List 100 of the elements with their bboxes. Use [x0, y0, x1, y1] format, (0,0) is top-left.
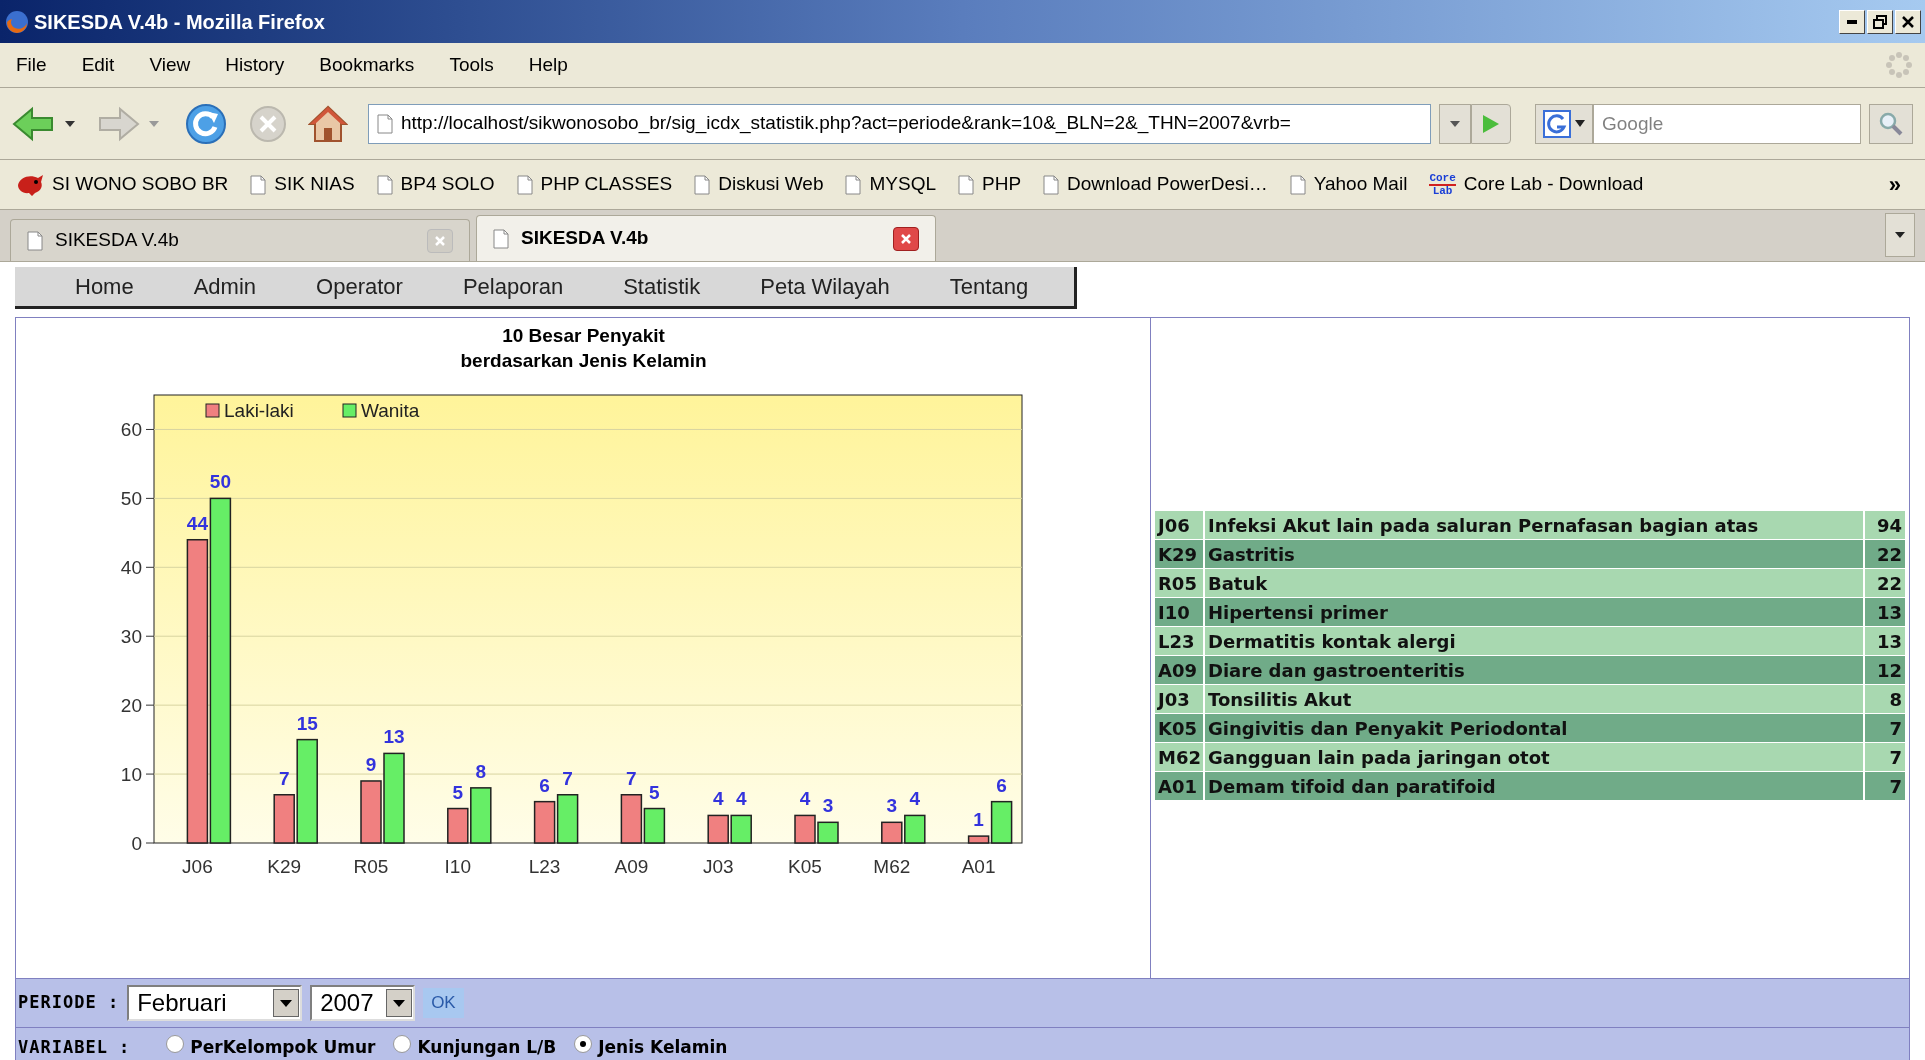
radio-button[interactable]: [574, 1034, 593, 1053]
reload-icon[interactable]: [184, 101, 228, 146]
minimize-button[interactable]: [1839, 9, 1865, 34]
category-label: J06: [182, 856, 213, 877]
table-cell: A09: [1155, 656, 1203, 684]
nav-link[interactable]: Pelaporan: [432, 270, 594, 303]
close-tab-button[interactable]: [893, 226, 919, 251]
bookmark-link[interactable]: PHP: [982, 170, 1022, 199]
table-cell: Tonsilitis Akut: [1205, 685, 1863, 713]
page-icon: [958, 174, 974, 195]
table-cell: 7: [1865, 714, 1905, 742]
search-button[interactable]: [1869, 103, 1913, 144]
nav-link[interactable]: Peta Wilayah: [730, 270, 920, 303]
search-engine-button[interactable]: [1535, 103, 1593, 144]
tab-list-button[interactable]: [1885, 213, 1915, 257]
table-cell: 8: [1865, 685, 1905, 713]
select-field[interactable]: 2007: [310, 985, 416, 1021]
menu-item[interactable]: View: [145, 50, 195, 80]
bar: [556, 794, 579, 844]
table-cell: 13: [1865, 627, 1905, 655]
bull-icon: [16, 172, 44, 197]
caret-icon: [1895, 232, 1905, 238]
browser-tab[interactable]: SIKESDA V.4b: [476, 215, 936, 261]
page-icon: [250, 174, 267, 195]
category-label: I10: [444, 856, 471, 877]
nav-link[interactable]: Admin: [163, 270, 287, 303]
table-cell: Gangguan lain pada jaringan otot: [1205, 743, 1863, 771]
select-field[interactable]: Februari: [127, 985, 303, 1021]
page-icon: [493, 228, 509, 249]
category-label: A09: [614, 856, 649, 877]
legend-label: Laki-laki: [224, 400, 294, 421]
browser-tab[interactable]: SIKESDA V.4b: [10, 219, 470, 261]
axis-tick-label: 40: [120, 557, 142, 579]
radio-label[interactable]: PerKelompok Umur: [190, 1034, 376, 1060]
bookmark-link[interactable]: Download PowerDesi…: [1067, 170, 1268, 199]
chart-title: 10 Besar Penyakit berdasarkan Jenis Kelamin: [459, 324, 708, 373]
home-icon[interactable]: [308, 103, 348, 144]
nav-link[interactable]: Home: [45, 270, 164, 303]
bookmarks-overflow-button[interactable]: »: [1888, 168, 1901, 201]
bookmark-link[interactable]: PHP CLASSES: [540, 170, 673, 199]
legend-swatch: [342, 403, 357, 418]
nav-link[interactable]: Operator: [286, 270, 433, 303]
menu-item[interactable]: Edit: [77, 50, 119, 80]
back-arrow-icon[interactable]: [12, 105, 56, 142]
category-label: K29: [267, 856, 302, 877]
data-label: 6: [996, 774, 1007, 796]
nav-link[interactable]: Tentang: [919, 270, 1059, 303]
table-cell: Hipertensi primer: [1205, 598, 1863, 626]
caret-icon[interactable]: [64, 119, 76, 128]
menu-item[interactable]: Tools: [445, 50, 498, 80]
nav-link[interactable]: Statistik: [593, 270, 731, 303]
bookmark-link[interactable]: Diskusi Web: [718, 170, 824, 199]
table-cell: 94: [1865, 511, 1905, 539]
close-icon: [434, 234, 446, 247]
restore-button[interactable]: [1867, 9, 1893, 34]
table-cell: Diare dan gastroenteritis: [1205, 656, 1863, 684]
page-icon: [516, 174, 533, 195]
bookmark-link[interactable]: MYSQL: [869, 170, 936, 199]
category-label: K05: [788, 856, 822, 877]
axis-tick-label: 20: [120, 695, 142, 717]
radio-label[interactable]: Jenis Kelamin: [598, 1034, 728, 1060]
data-label: 7: [278, 767, 290, 789]
table-cell: L23: [1155, 627, 1203, 655]
bookmark-link[interactable]: Core Lab - Download: [1463, 170, 1644, 199]
category-label: A01: [961, 856, 996, 877]
variabel-label: VARIABEL :: [18, 1035, 131, 1059]
data-label: 44: [186, 512, 208, 534]
table-cell: M62: [1155, 743, 1203, 771]
data-label: 4: [799, 788, 811, 810]
bookmark-link[interactable]: BP4 SOLO: [400, 170, 495, 199]
radio-label[interactable]: Kunjungan L/B: [417, 1034, 557, 1060]
bookmark-link[interactable]: Yahoo Mail: [1313, 170, 1408, 199]
address-field[interactable]: http://localhost/sikwonosobo_br/sig_icdx_statistik.php?act=periode&rank=10&_BLN=2&_THN=2007&vrb=: [368, 103, 1431, 144]
ok-button[interactable]: OK: [423, 988, 464, 1018]
bookmark-link[interactable]: SI WONO SOBO BR: [52, 170, 229, 199]
bar: [817, 821, 839, 844]
bookmark-link[interactable]: SIK NIAS: [274, 170, 355, 199]
close-button[interactable]: [1895, 9, 1921, 34]
radio-button[interactable]: [166, 1034, 185, 1053]
data-label: 15: [296, 712, 318, 734]
data-label: 3: [822, 795, 834, 817]
bar: [730, 814, 752, 844]
dropdown-button[interactable]: [1439, 103, 1471, 144]
data-label: 13: [383, 726, 405, 748]
data-label: 5: [649, 781, 660, 803]
search-field[interactable]: Google: [1593, 103, 1861, 144]
menu-item[interactable]: File: [12, 50, 51, 80]
menu-item[interactable]: History: [221, 50, 289, 80]
data-label: 1: [973, 809, 984, 831]
legend-swatch: [205, 403, 220, 418]
radio-button[interactable]: [393, 1034, 412, 1053]
menu-item[interactable]: Help: [524, 50, 572, 80]
table-cell: 12: [1865, 656, 1905, 684]
menu-item[interactable]: Bookmarks: [315, 50, 419, 80]
page-icon: [694, 174, 711, 195]
table-cell: 22: [1865, 569, 1905, 597]
bar: [533, 800, 556, 844]
page-icon: [1043, 174, 1060, 195]
category-label: R05: [353, 856, 389, 877]
axis-tick-label: 50: [120, 488, 142, 510]
